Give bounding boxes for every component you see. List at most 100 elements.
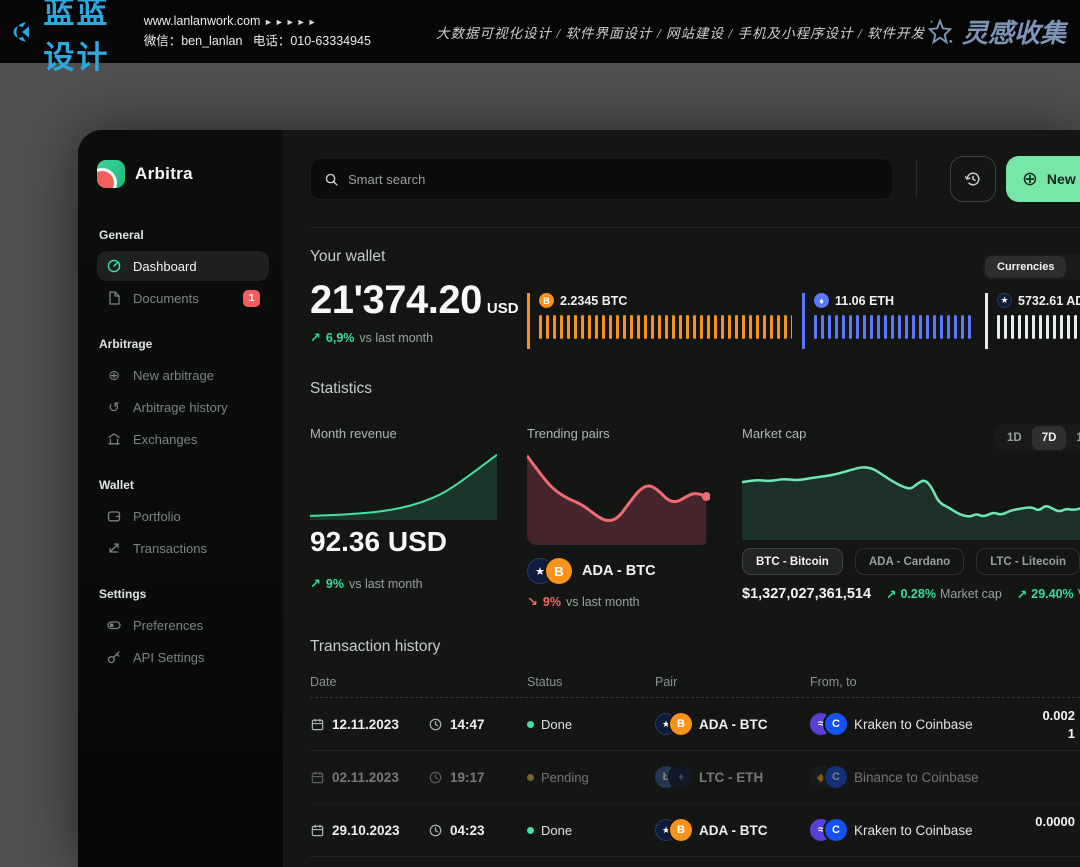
main-content: ⊕ New arbitrage Your wallet Currencies E… [283, 130, 1080, 867]
holding-eth-label: 11.06 ETH [835, 294, 894, 308]
market-cap-chart [742, 455, 1080, 540]
coinbase-icon: C [825, 819, 847, 841]
banner-services: 大数据可视化设计 / 软件界面设计 / 网站建设 / 手机及小程序设计 / 软件… [436, 22, 925, 42]
trending-pair: ★ B ADA - BTC [527, 558, 656, 584]
transaction-amounts: 0.0000 [970, 813, 1075, 831]
volume-delta: ↗ 29.40% Volume (24h) [1017, 587, 1080, 602]
trend-down-icon: ↘ [527, 594, 538, 610]
plus-circle-icon: ⊕ [106, 367, 122, 383]
banner-contact: www.lanlanwork.com ►►►►► 微信：ben_lanlan 电… [144, 12, 371, 51]
btc-icon: B [670, 819, 692, 841]
toggle-icon [106, 617, 122, 633]
transaction-row[interactable]: 29.10.2023 04:23 Done ★B ADA - BTC ≈C Kr… [310, 804, 1080, 857]
wallet-currency: USD [487, 300, 519, 317]
eth-ticks [814, 315, 975, 339]
sidebar-item-new-arbitrage[interactable]: ⊕ New arbitrage [97, 360, 269, 390]
transfer-icon [106, 540, 122, 556]
sidebar-item-label: Preferences [133, 618, 203, 633]
trending-pairs-chart [527, 448, 710, 545]
sidebar-item-transactions[interactable]: Transactions [97, 533, 269, 563]
holding-btc: B 2.2345 BTC [527, 293, 792, 349]
status-dot [527, 774, 534, 781]
history-restore-icon [963, 169, 983, 189]
search-input[interactable] [348, 172, 879, 187]
sidebar-item-portfolio[interactable]: Portfolio [97, 501, 269, 531]
btc-icon: B [546, 558, 572, 584]
banner-site: www.lanlanwork.com [144, 14, 261, 28]
market-cap-delta: ↗ 0.28% Market cap [886, 587, 1002, 602]
dashboard-app: Arbitra General Dashboard Documents 1 Ar… [78, 130, 1080, 867]
lanlan-logo: 蓝蓝设计 [10, 0, 122, 77]
sidebar: Arbitra General Dashboard Documents 1 Ar… [78, 130, 283, 867]
clock-icon [428, 823, 443, 838]
search-bar[interactable] [310, 158, 893, 200]
promo-banner: 蓝蓝设计 www.lanlanwork.com ►►►►► 微信：ben_lan… [0, 0, 1080, 63]
new-arbitrage-button[interactable]: ⊕ New arbitrage [1006, 156, 1080, 202]
trending-pair-label: ADA - BTC [582, 563, 656, 579]
transaction-row[interactable]: 02.11.2023 19:17 Pending Ł♦ LTC - ETH ◆C… [310, 751, 1080, 804]
sidebar-item-preferences[interactable]: Preferences [97, 610, 269, 640]
col-pair: Pair [655, 675, 677, 689]
eth-icon: ♦ [814, 293, 829, 308]
wallet-view-toggle: Currencies Exchanges [983, 254, 1080, 280]
sidebar-item-dashboard[interactable]: Dashboard [97, 251, 269, 281]
toggle-exchanges[interactable]: Exchanges [1068, 256, 1080, 278]
sidebar-item-label: Arbitrage history [133, 400, 228, 415]
market-cap-title: Market cap [742, 426, 806, 441]
market-cap-value: $1,327,027,361,514 [742, 586, 871, 602]
toggle-currencies[interactable]: Currencies [985, 256, 1066, 278]
sidebar-item-arbitrage-history[interactable]: ↺ Arbitrage history [97, 392, 269, 422]
range-1d[interactable]: 1D [997, 426, 1032, 450]
nav-section-settings: Settings [99, 587, 269, 601]
btc-icon: B [539, 293, 554, 308]
pill-ltc-litecoin[interactable]: LTC - Litecoin [976, 548, 1080, 575]
trend-up-icon: ↗ [310, 330, 321, 346]
sidebar-item-label: Dashboard [133, 259, 197, 274]
key-icon [106, 649, 122, 665]
dashboard-icon [106, 258, 122, 274]
nav-section-general: General [99, 228, 269, 242]
history-icon: ↺ [106, 399, 122, 415]
pill-ada-cardano[interactable]: ADA - Cardano [855, 548, 964, 575]
lanlan-logo-icon [10, 13, 37, 51]
status-label: Done [541, 717, 572, 732]
range-7d[interactable]: 7D [1032, 426, 1067, 450]
col-status: Status [527, 675, 562, 689]
banner-wechat: 微信：ben_lanlan [144, 34, 243, 48]
inspiration-logo: 灵感收集 [925, 13, 1066, 50]
transactions-header: Date Status Pair From, to [310, 675, 1080, 698]
plus-circle-icon: ⊕ [1022, 170, 1038, 189]
nav-section-wallet: Wallet [99, 478, 269, 492]
status-dot [527, 827, 534, 834]
sidebar-item-documents[interactable]: Documents 1 [97, 283, 269, 313]
new-arbitrage-label: New arbitrage [1047, 171, 1080, 187]
banner-brand-text: 蓝蓝设计 [43, 0, 121, 77]
sidebar-item-api-settings[interactable]: API Settings [97, 642, 269, 672]
coinbase-icon: C [825, 713, 847, 735]
history-button[interactable] [950, 156, 996, 202]
pill-btc-bitcoin[interactable]: BTC - Bitcoin [742, 548, 843, 575]
banner-phone: 电话：010-63334945 [253, 34, 371, 48]
ada-ticks [997, 315, 1080, 339]
nav-section-arbitrage: Arbitrage [99, 337, 269, 351]
status-dot [527, 721, 534, 728]
app-name: Arbitra [135, 164, 193, 184]
sidebar-item-label: Transactions [133, 541, 207, 556]
search-icon [324, 172, 339, 187]
transaction-row[interactable]: 12.11.2023 14:47 Done ★B ADA - BTC ≈C Kr… [310, 698, 1080, 751]
sidebar-item-exchanges[interactable]: Exchanges [97, 424, 269, 454]
eth-icon: ♦ [670, 766, 692, 788]
transaction-amounts: 0.002 1 [970, 707, 1075, 743]
document-icon [106, 290, 122, 306]
clock-icon [428, 770, 443, 785]
sidebar-item-label: Exchanges [133, 432, 197, 447]
topbar-divider [916, 160, 917, 198]
month-revenue-title: Month revenue [310, 426, 397, 441]
status-label: Done [541, 823, 572, 838]
calendar-icon [310, 770, 325, 785]
holding-btc-label: 2.2345 BTC [560, 294, 627, 308]
range-1m[interactable]: 1M [1066, 426, 1080, 450]
wallet-holdings: B 2.2345 BTC ♦ 11.06 ETH ★ 5732.61 ADA [527, 293, 1080, 349]
status-label: Pending [541, 770, 589, 785]
calendar-icon [310, 717, 325, 732]
